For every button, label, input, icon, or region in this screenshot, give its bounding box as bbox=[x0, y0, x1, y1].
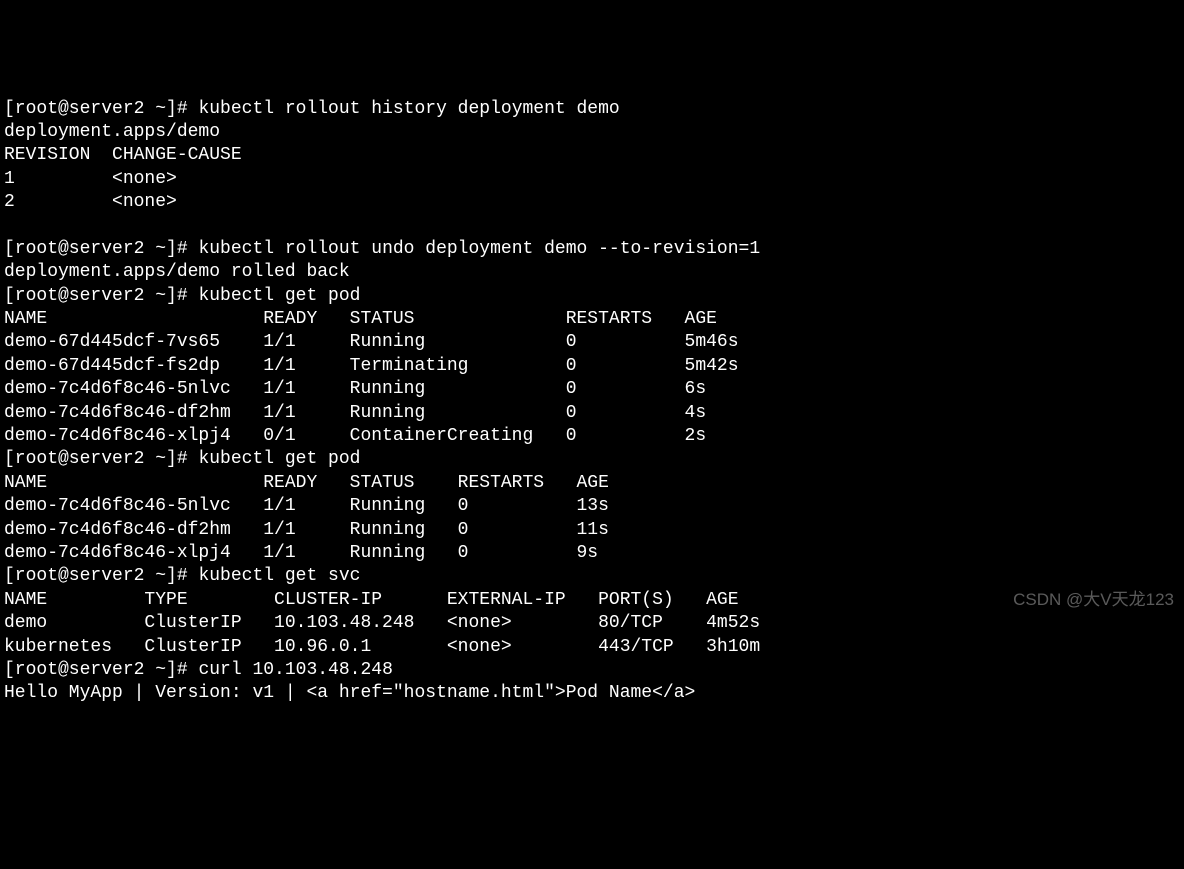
output-line: deployment.apps/demo rolled back bbox=[4, 262, 350, 282]
pod-row: demo-7c4d6f8c46-5nlvc 1/1 Running 0 13s bbox=[4, 496, 609, 516]
command-4: kubectl get pod bbox=[198, 449, 360, 469]
prompt: [root@server2 ~]# bbox=[4, 449, 198, 469]
history-row: 1 <none> bbox=[4, 169, 177, 189]
pod-row: demo-7c4d6f8c46-xlpj4 0/1 ContainerCreat… bbox=[4, 426, 706, 446]
pods-header: NAME READY STATUS RESTARTS AGE bbox=[4, 473, 609, 493]
output-line: deployment.apps/demo bbox=[4, 122, 220, 142]
prompt: [root@server2 ~]# bbox=[4, 660, 198, 680]
command-6: curl 10.103.48.248 bbox=[198, 660, 392, 680]
pod-row: demo-67d445dcf-7vs65 1/1 Running 0 5m46s bbox=[4, 332, 739, 352]
terminal-output: [root@server2 ~]# kubectl rollout histor… bbox=[4, 98, 1180, 706]
pod-row: demo-7c4d6f8c46-df2hm 1/1 Running 0 11s bbox=[4, 520, 609, 540]
curl-output: Hello MyApp | Version: v1 | <a href="hos… bbox=[4, 683, 695, 703]
history-row: 2 <none> bbox=[4, 192, 177, 212]
watermark: CSDN @大V天龙123 bbox=[1013, 589, 1174, 611]
pod-row: demo-7c4d6f8c46-xlpj4 1/1 Running 0 9s bbox=[4, 543, 598, 563]
command-3: kubectl get pod bbox=[198, 286, 360, 306]
prompt: [root@server2 ~]# bbox=[4, 286, 198, 306]
command-1: kubectl rollout history deployment demo bbox=[198, 99, 619, 119]
pod-row: demo-67d445dcf-fs2dp 1/1 Terminating 0 5… bbox=[4, 356, 739, 376]
pod-row: demo-7c4d6f8c46-5nlvc 1/1 Running 0 6s bbox=[4, 379, 706, 399]
prompt: [root@server2 ~]# bbox=[4, 566, 198, 586]
command-2: kubectl rollout undo deployment demo --t… bbox=[198, 239, 760, 259]
pods-header: NAME READY STATUS RESTARTS AGE bbox=[4, 309, 717, 329]
command-5: kubectl get svc bbox=[198, 566, 360, 586]
history-header: REVISION CHANGE-CAUSE bbox=[4, 145, 242, 165]
prompt: [root@server2 ~]# bbox=[4, 239, 198, 259]
svc-row: demo ClusterIP 10.103.48.248 <none> 80/T… bbox=[4, 613, 760, 633]
prompt: [root@server2 ~]# bbox=[4, 99, 198, 119]
svc-row: kubernetes ClusterIP 10.96.0.1 <none> 44… bbox=[4, 637, 760, 657]
pod-row: demo-7c4d6f8c46-df2hm 1/1 Running 0 4s bbox=[4, 403, 706, 423]
svc-header: NAME TYPE CLUSTER-IP EXTERNAL-IP PORT(S)… bbox=[4, 590, 739, 610]
